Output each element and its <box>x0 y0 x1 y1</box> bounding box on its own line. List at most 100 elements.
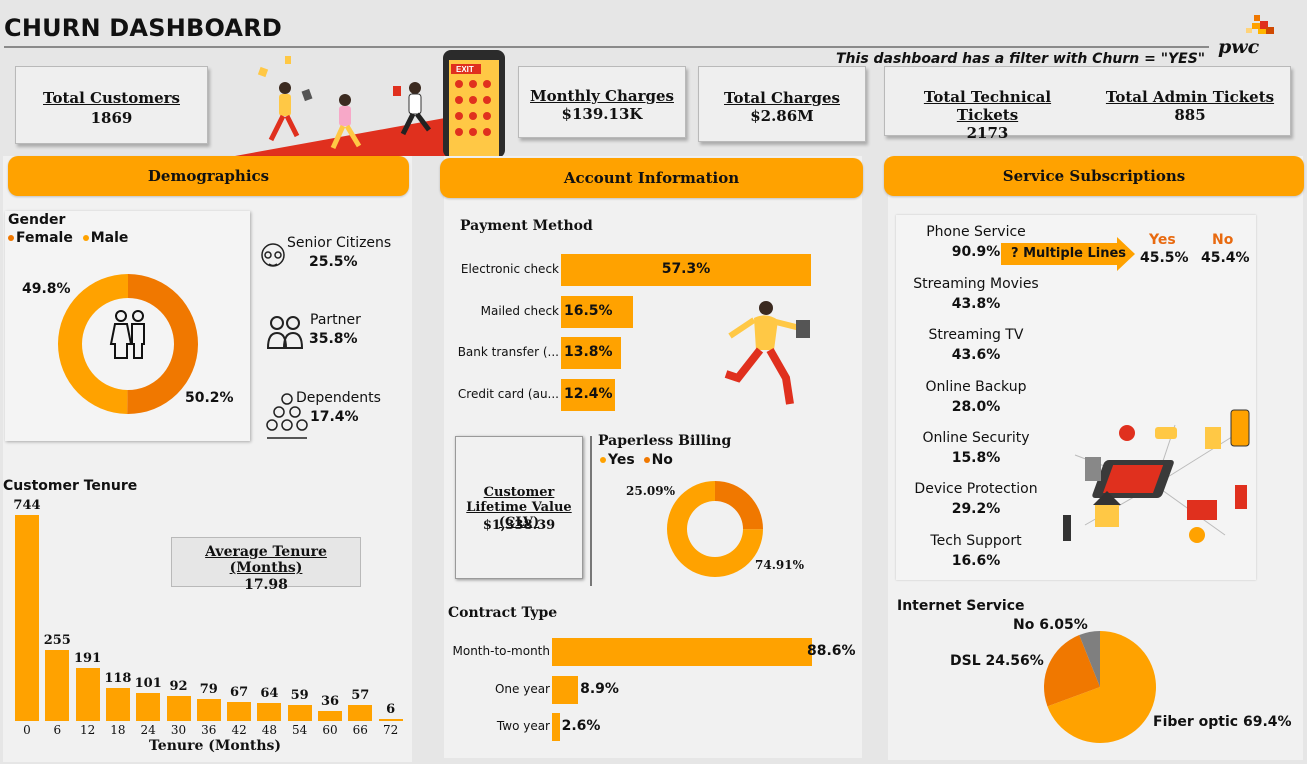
tenure-x-tick-label: 6 <box>53 723 62 737</box>
tenure-x-tick-label: 54 <box>292 723 308 737</box>
paperless-donut-chart <box>667 481 763 577</box>
tenure-bar <box>105 688 130 721</box>
online-security-value: 15.8% <box>951 450 1001 466</box>
stat-value: 25.5% <box>309 254 358 270</box>
tenure-bar <box>166 695 191 721</box>
contract-type-category-label: Two year <box>496 719 550 733</box>
kpi-label: Monthly Charges <box>530 87 674 105</box>
senior-citizens-stat: Senior Citizens 25.5% <box>258 235 391 279</box>
kpi-label: Total Admin Tickets <box>1105 88 1275 106</box>
average-tenure-card: Average Tenure (Months) 17.98 <box>171 537 361 593</box>
pwc-logo-text: pwc <box>1218 36 1260 58</box>
device-protection-label: Device Protection <box>914 481 1038 497</box>
gender-legend: Female Male <box>8 230 128 246</box>
contract-title: Contract Type <box>448 605 558 621</box>
page-title: CHURN DASHBOARD <box>4 14 283 42</box>
payment-method-category-label: Mailed check <box>480 303 559 318</box>
streaming-tv-label: Streaming TV <box>928 327 1024 343</box>
payment-method-value-label: 12.4% <box>564 385 613 402</box>
kpi-value: 1869 <box>90 109 133 127</box>
running-businessman-illustration <box>724 301 810 405</box>
multiple-lines-yes-value: 45.5% <box>1140 250 1189 266</box>
multiple-lines-yes-label: Yes <box>1149 232 1176 248</box>
filter-note: This dashboard has a filter with Churn =… <box>836 51 1206 67</box>
tenure-bar-value-label: 744 <box>13 498 41 513</box>
kpi-value: $2.86M <box>750 107 814 125</box>
exit-sign: EXIT <box>456 65 474 74</box>
tenure-x-tick-label: 66 <box>352 723 368 737</box>
kpi-tickets: Total Technical Tickets 2173 Total Admin… <box>884 66 1291 142</box>
tenure-x-axis-label: Tenure (Months) <box>149 738 282 754</box>
payment-method-category-label: Credit card (au... <box>457 386 559 401</box>
dependents-stat: Dependents 17.4% <box>265 390 381 445</box>
gender-title: Gender <box>8 212 66 228</box>
tenure-x-tick-label: 60 <box>322 723 338 737</box>
tenure-bar <box>15 515 39 721</box>
tenure-bar-value-label: 191 <box>74 651 102 667</box>
tenure-title: Customer Tenure <box>3 478 138 494</box>
gender-female-pct: 49.8% <box>22 281 71 297</box>
kpi-total-customers: Total Customers 1869 <box>15 66 208 144</box>
tenure-bar <box>136 693 161 721</box>
kpi-monthly-charges: Monthly Charges $139.13K <box>518 66 686 138</box>
tenure-bar <box>287 704 312 721</box>
streaming-movies-value: 43.8% <box>951 296 1001 312</box>
kpi-label: Total Customers <box>43 89 180 107</box>
payment-method-value-label: 13.8% <box>564 344 613 360</box>
payment-method-title: Payment Method <box>460 218 593 234</box>
tenure-bar <box>378 719 403 721</box>
payment-method-value-label: 57.3% <box>661 261 711 277</box>
kpi-admin-tickets: Total Admin Tickets 885 <box>1105 88 1275 124</box>
tenure-x-tick-label: 30 <box>170 723 187 737</box>
stat-label: Senior Citizens <box>287 235 392 251</box>
internet-service-pie-chart <box>1044 631 1156 743</box>
paperless-legend: Yes No <box>600 452 673 468</box>
internet-no-label: No 6.05% <box>1013 617 1088 633</box>
clv-value: $1,338.39 <box>482 518 556 533</box>
multiple-lines-label: ? Multiple Lines <box>1011 246 1127 261</box>
tenure-x-tick-label: 48 <box>261 723 278 737</box>
pwc-logo: pwc <box>1214 12 1278 58</box>
device-protection-value: 29.2% <box>951 501 1001 517</box>
online-backup-value: 28.0% <box>951 399 1001 415</box>
tech-support-label: Tech Support <box>930 533 1022 549</box>
streaming-movies-label: Streaming Movies <box>913 276 1039 292</box>
title-divider <box>4 46 1209 48</box>
tenure-bar <box>318 711 342 721</box>
tenure-bar <box>348 705 373 721</box>
internet-service-title: Internet Service <box>897 598 1025 614</box>
internet-fiber-label: Fiber optic 69.4% <box>1153 714 1292 730</box>
no-legend-dot <box>643 457 650 463</box>
stat-label: Partner <box>310 312 361 328</box>
no-legend-label: No <box>651 452 673 468</box>
churn-banner-illustration: EXIT <box>225 48 510 158</box>
tenure-x-tick-label: 24 <box>140 723 156 737</box>
demographics-header: Demographics <box>8 156 409 196</box>
kpi-technical-tickets: Total Technical Tickets 2173 <box>895 88 1080 142</box>
kpi-value: $139.13K <box>561 105 643 123</box>
tenure-x-tick-label: 18 <box>110 723 126 737</box>
tenure-x-tick-label: 0 <box>23 723 31 737</box>
male-female-icon <box>109 310 145 359</box>
tenure-x-tick-label: 72 <box>382 723 399 737</box>
clv-card: Customer Lifetime Value (CLV) $1,338.39 <box>455 436 583 579</box>
tech-support-value: 16.6% <box>951 553 1001 569</box>
tenure-bar-value-label: 255 <box>43 633 71 649</box>
kpi-value: 2173 <box>966 124 1009 142</box>
yes-legend-dot <box>600 457 606 463</box>
tenure-x-tick-label: 36 <box>201 723 217 737</box>
multiple-lines-no-value: 45.4% <box>1201 250 1250 266</box>
gender-male-pct: 50.2% <box>185 390 234 406</box>
paperless-yes-pct: 74.91% <box>755 558 804 572</box>
kpi-label: Total Technical Tickets <box>923 88 1052 124</box>
contract-type-bar <box>552 638 812 666</box>
smart-devices-illustration <box>1063 409 1250 543</box>
stat-value: 35.8% <box>309 331 358 347</box>
contract-type-category-label: One year <box>494 681 550 696</box>
avg-tenure-label: Average Tenure (Months) <box>205 544 327 576</box>
tenure-bar <box>196 699 221 721</box>
contract-type-value-label: 88.6% <box>807 643 856 659</box>
tenure-x-tick-label: 12 <box>79 723 96 737</box>
tenure-bar-value-label: 6 <box>386 702 396 717</box>
contract-type-value-label: 2.6% <box>561 718 601 734</box>
